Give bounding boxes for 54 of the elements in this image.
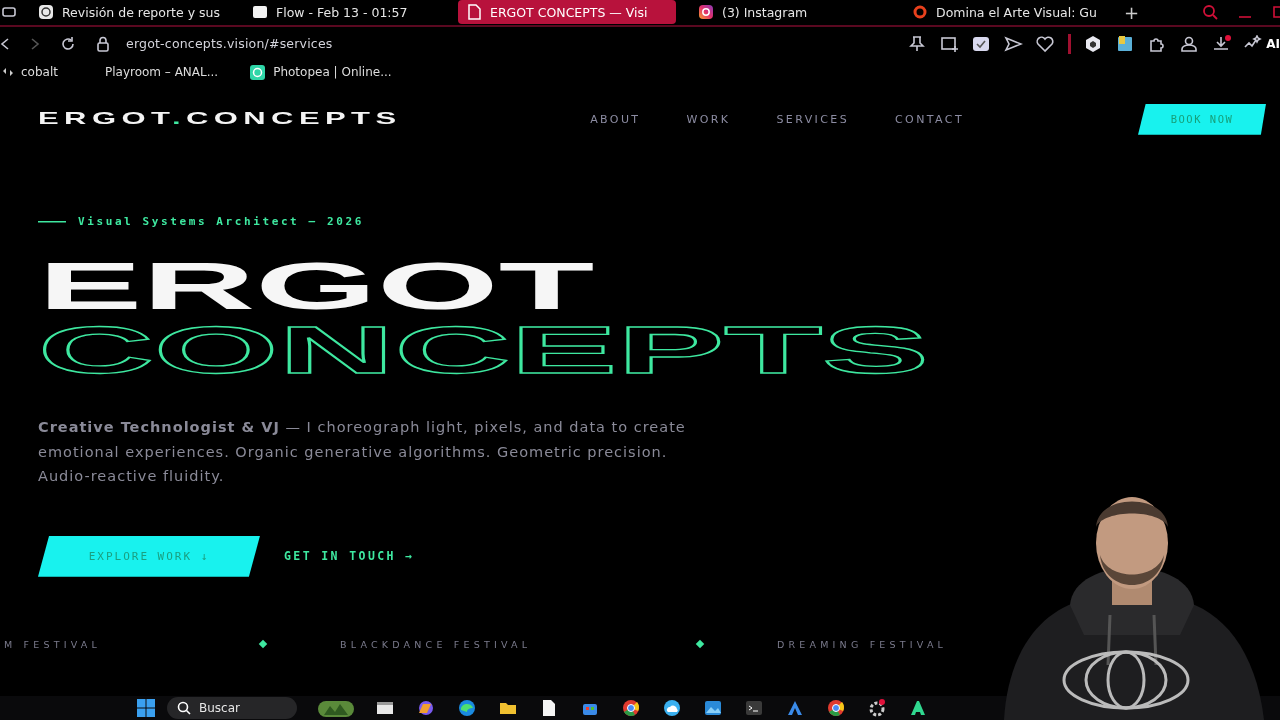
landscape-icon[interactable]	[318, 698, 354, 719]
search-icon[interactable]	[1202, 4, 1218, 21]
festival-name: BLACKDANCE FESTIVAL	[340, 638, 533, 650]
wheel-icon[interactable]	[826, 698, 846, 719]
windows-icon[interactable]	[136, 698, 156, 719]
person-icon[interactable]	[1180, 34, 1200, 53]
cloud-icon[interactable]	[662, 698, 682, 719]
back-icon[interactable]	[0, 36, 10, 51]
nav-link[interactable]: SERVICES	[776, 112, 850, 126]
chat-icon	[38, 4, 54, 21]
browser-tab[interactable]: Revisión de reporte y sus	[30, 0, 230, 25]
send-icon[interactable]	[1004, 34, 1024, 53]
heart-icon[interactable]	[1036, 34, 1056, 53]
bookmark[interactable]: Playroom – ANAL...	[104, 65, 219, 80]
photo-icon[interactable]	[249, 63, 267, 81]
browser-tab[interactable]: (3) Instagram	[690, 0, 890, 25]
nav-link[interactable]: WORK	[686, 112, 731, 126]
bookmark[interactable]: cobalt	[21, 65, 58, 80]
new-tab-button[interactable]: +	[1118, 1, 1146, 23]
browser-tab[interactable]: Flow - Feb 13 - 01:57	[244, 0, 444, 25]
window-icon	[2, 6, 16, 19]
eyebrow-text: Visual Systems Architect — 2026	[78, 215, 364, 229]
ai-label[interactable]: AI	[1266, 36, 1280, 51]
wave-icon[interactable]	[457, 698, 477, 719]
reload-icon[interactable]	[60, 35, 76, 52]
ring-icon	[912, 4, 928, 21]
screenshot-icon[interactable]	[940, 34, 960, 53]
maximize-icon[interactable]	[1272, 5, 1280, 20]
intro-paragraph: Creative Technologist & VJ — I choreograph light, pixels, and data to create emotional experiences. Organic generative algorithms. Geometric precision. Audio-reactive fluidity.	[38, 418, 687, 487]
page-icon	[252, 4, 268, 21]
arrows-icon[interactable]	[2, 66, 14, 79]
pin-icon[interactable]	[908, 34, 928, 53]
forward-icon[interactable]	[30, 36, 40, 51]
site-logo[interactable]: ERGOT.CONCEPTS	[38, 109, 402, 130]
hero-title: ERGOT	[38, 253, 595, 320]
nav-link[interactable]: CONTACT	[895, 112, 964, 126]
download-icon[interactable]	[1212, 34, 1232, 53]
document-icon	[466, 4, 482, 21]
festival-name: M FESTIVAL	[4, 638, 102, 650]
browser-tab[interactable]: ERGOT CONCEPTS — Visi	[458, 0, 676, 25]
gear-icon[interactable]	[867, 698, 887, 719]
lock-icon	[96, 35, 110, 52]
url-field[interactable]: ergot-concepts.vision/#services	[126, 36, 333, 52]
check-icon[interactable]	[972, 34, 992, 53]
hero-title: CONCEPTS	[38, 317, 930, 384]
nav-link[interactable]: ABOUT	[590, 112, 641, 126]
get-in-touch-link[interactable]: GET IN TOUCH →	[284, 549, 415, 564]
camera-icon	[698, 4, 714, 21]
bookmark[interactable]: Photopea | Online...	[273, 65, 392, 80]
search-field[interactable]: Buscar	[167, 697, 297, 720]
search-icon	[177, 701, 191, 716]
browser-tab[interactable]: Domina el Arte Visual: Gu	[904, 0, 1104, 25]
festival-name: DREAMING FESTIVAL	[777, 638, 949, 650]
wheel-icon[interactable]	[621, 698, 641, 719]
